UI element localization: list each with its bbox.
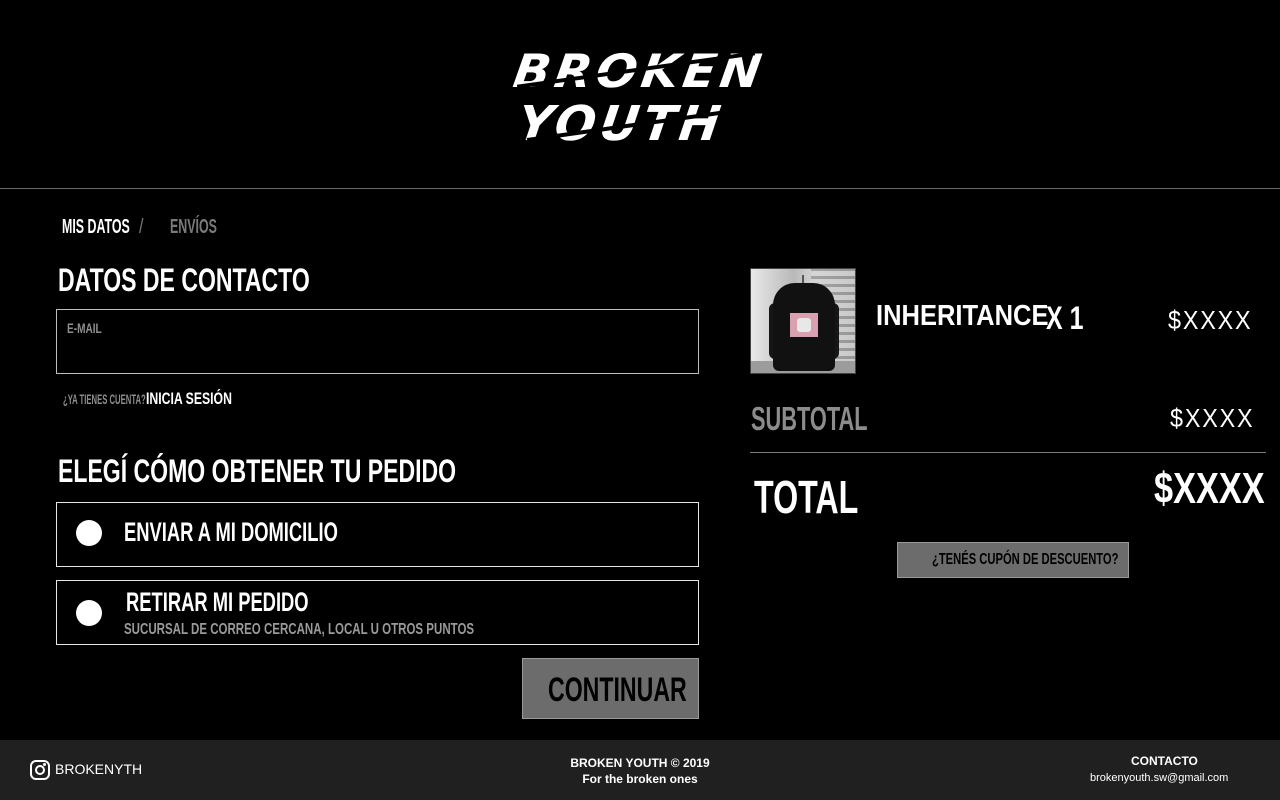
subtotal-value: $XXXX bbox=[1170, 403, 1255, 433]
tagline: For the broken ones bbox=[582, 772, 698, 786]
subtotal-label: SUBTOTAL bbox=[751, 400, 868, 437]
contact-email[interactable]: brokenyouth.sw@gmail.com bbox=[1090, 772, 1228, 784]
breadcrumb-step-envios[interactable]: ENVÍOS bbox=[170, 216, 217, 239]
email-field[interactable]: E-MAIL bbox=[56, 309, 699, 374]
coupon-button[interactable]: ¿TENÉS CUPÓN DE DESCUENTO? bbox=[897, 542, 1129, 578]
delivery-heading: ELEGÍ CÓMO OBTENER TU PEDIDO bbox=[58, 453, 457, 489]
account-question: ¿YA TIENES CUENTA? bbox=[63, 391, 146, 407]
delivery-option-home[interactable]: ENVIAR A MI DOMICILIO bbox=[56, 502, 699, 567]
site-header: BROKEN YOUTH bbox=[0, 0, 1280, 189]
contact-title: CONTACTO bbox=[1131, 754, 1198, 768]
email-input[interactable] bbox=[67, 340, 687, 368]
login-link[interactable]: INICIA SESIÓN bbox=[146, 389, 232, 409]
copyright: BROKEN YOUTH © 2019 bbox=[570, 756, 710, 770]
brand-logo[interactable]: BROKEN YOUTH bbox=[510, 44, 772, 154]
email-label: E-MAIL bbox=[67, 320, 102, 336]
total-value: $XXXX bbox=[1154, 464, 1265, 513]
site-footer: BROKENYTH BROKEN YOUTH © 2019 For the br… bbox=[0, 740, 1280, 800]
product-quantity: X 1 bbox=[1046, 300, 1084, 336]
product-thumbnail bbox=[750, 268, 856, 374]
delivery-option-label: RETIRAR MI PEDIDO bbox=[126, 587, 309, 617]
delivery-option-sublabel: SUCURSAL DE CORREO CERCANA, LOCAL U OTRO… bbox=[124, 621, 475, 638]
delivery-option-label: ENVIAR A MI DOMICILIO bbox=[124, 517, 338, 547]
contact-heading: DATOS DE CONTACTO bbox=[58, 262, 310, 298]
summary-divider bbox=[750, 452, 1266, 453]
breadcrumb-step-mis-datos[interactable]: MIS DATOS bbox=[62, 216, 130, 239]
breadcrumb-separator: / bbox=[139, 216, 144, 238]
continue-button-label: CONTINUAR bbox=[548, 671, 687, 709]
delivery-option-pickup[interactable]: RETIRAR MI PEDIDO SUCURSAL DE CORREO CER… bbox=[56, 580, 699, 645]
product-price: $XXXX bbox=[1168, 305, 1253, 335]
coupon-button-label: ¿TENÉS CUPÓN DE DESCUENTO? bbox=[932, 551, 1119, 568]
continue-button[interactable]: CONTINUAR bbox=[522, 658, 699, 719]
total-label: TOTAL bbox=[754, 471, 859, 523]
product-name: INHERITANCE bbox=[876, 300, 1049, 332]
radio-unselected-icon[interactable] bbox=[76, 600, 102, 626]
radio-unselected-icon[interactable] bbox=[76, 520, 102, 546]
